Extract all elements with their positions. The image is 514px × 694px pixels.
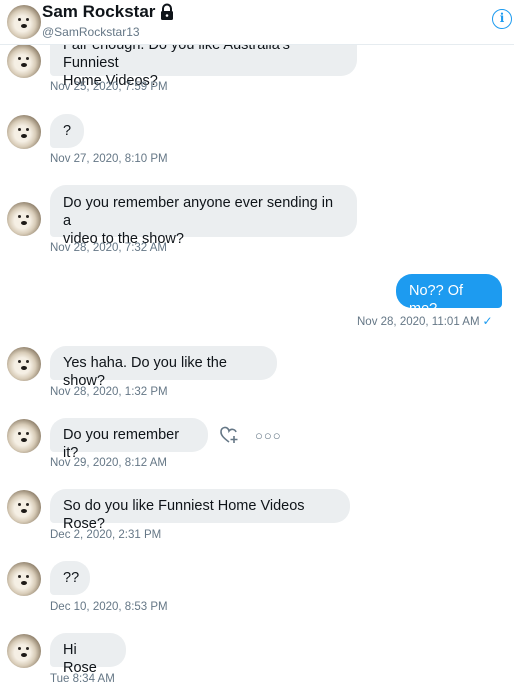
message-timestamp: Nov 27, 2020, 8:10 PM	[50, 153, 168, 165]
avatar[interactable]	[7, 562, 41, 596]
message-bubble-outgoing[interactable]: No?? Of me?	[396, 274, 502, 317]
avatar[interactable]	[7, 44, 41, 78]
info-icon[interactable]: i	[492, 9, 512, 29]
message-text-line: Do you remember anyone ever sending in a	[63, 195, 334, 229]
avatar[interactable]	[7, 5, 41, 39]
avatar[interactable]	[7, 490, 41, 524]
message-timestamp: Tue 8:34 AM	[50, 673, 115, 685]
heart-add-reaction-icon[interactable]	[219, 425, 241, 445]
contact-name-text: Sam Rockstar	[42, 2, 156, 21]
avatar[interactable]	[7, 419, 41, 453]
message-timestamp-text: Nov 28, 2020, 11:01 AM	[357, 316, 480, 328]
message-bubble[interactable]: Do you remember anyone ever sending in a…	[50, 185, 357, 247]
message-bubble[interactable]: ??	[50, 561, 90, 595]
message-bubble[interactable]: Do you remember it?	[50, 418, 208, 461]
message-bubble[interactable]: So do you like Funniest Home Videos Rose…	[50, 489, 350, 532]
message-bubble[interactable]: Yes haha. Do you like the show?	[50, 346, 277, 389]
sent-check-icon: ✓	[482, 314, 493, 328]
lock-icon	[161, 3, 174, 20]
message-timestamp: Nov 28, 2020, 7:32 AM	[50, 242, 167, 254]
avatar[interactable]	[7, 347, 41, 381]
message-timestamp: Nov 29, 2020, 8:12 AM	[50, 457, 167, 469]
message-bubble[interactable]: ?	[50, 114, 84, 148]
message-timestamp: Dec 10, 2020, 8:53 PM	[50, 601, 168, 613]
more-options-icon[interactable]: ○○○	[255, 428, 282, 443]
avatar[interactable]	[7, 634, 41, 668]
message-timestamp: Nov 28, 2020, 11:01 AM ✓	[357, 314, 493, 328]
conversation-header: Sam Rockstar @SamRockstar13 i	[0, 0, 514, 45]
message-timestamp: Dec 2, 2020, 2:31 PM	[50, 529, 162, 541]
message-bubble[interactable]: Hi Rose	[50, 633, 126, 676]
contact-name[interactable]: Sam Rockstar	[42, 2, 175, 22]
message-timestamp: Nov 28, 2020, 1:32 PM	[50, 386, 168, 398]
contact-handle[interactable]: @SamRockstar13	[42, 25, 140, 39]
avatar[interactable]	[7, 115, 41, 149]
avatar[interactable]	[7, 202, 41, 236]
message-timestamp: Nov 25, 2020, 7:59 PM	[50, 81, 168, 93]
